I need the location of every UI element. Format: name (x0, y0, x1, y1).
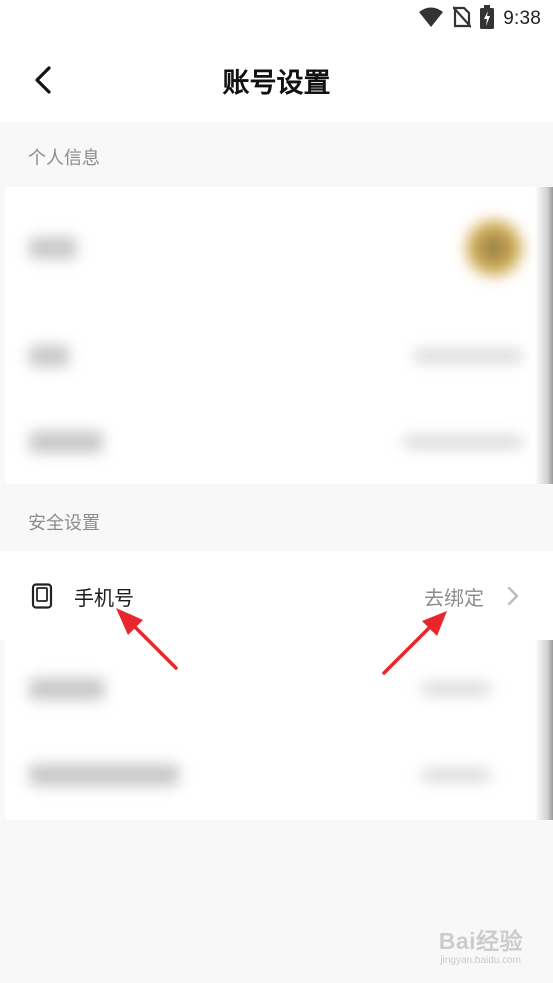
blurred-content (5, 187, 553, 484)
avatar (465, 219, 523, 277)
phone-icon (30, 583, 54, 609)
page-title: 账号设置 (222, 68, 331, 99)
battery-charging-icon (480, 5, 495, 33)
blurred-content (5, 640, 553, 820)
personal-info-card (5, 187, 553, 484)
status-time: 9:38 (503, 8, 541, 29)
section-label-personal-info: 个人信息 (28, 148, 100, 169)
watermark-url: jingyan.baidu.com (440, 955, 521, 966)
section-label-security: 安全设置 (28, 513, 100, 534)
security-options-card (5, 640, 553, 820)
wifi-icon (418, 6, 444, 32)
baidu-jingyan-watermark: Bai经验 (438, 928, 523, 954)
status-icons: 9:38 (418, 5, 541, 33)
app-header: 账号设置 (0, 38, 553, 122)
account-settings-screen: 9:38 账号设置 个人信息 安全设置 手机号 去绑定 Bai经验 jingya… (0, 0, 553, 983)
chevron-right-icon (507, 586, 519, 606)
no-sim-icon (452, 6, 473, 32)
status-bar: 9:38 (0, 0, 553, 38)
bind-phone-link[interactable]: 去绑定 (424, 582, 484, 611)
phone-number-row[interactable]: 手机号 去绑定 (0, 551, 553, 640)
phone-label: 手机号 (74, 586, 134, 610)
